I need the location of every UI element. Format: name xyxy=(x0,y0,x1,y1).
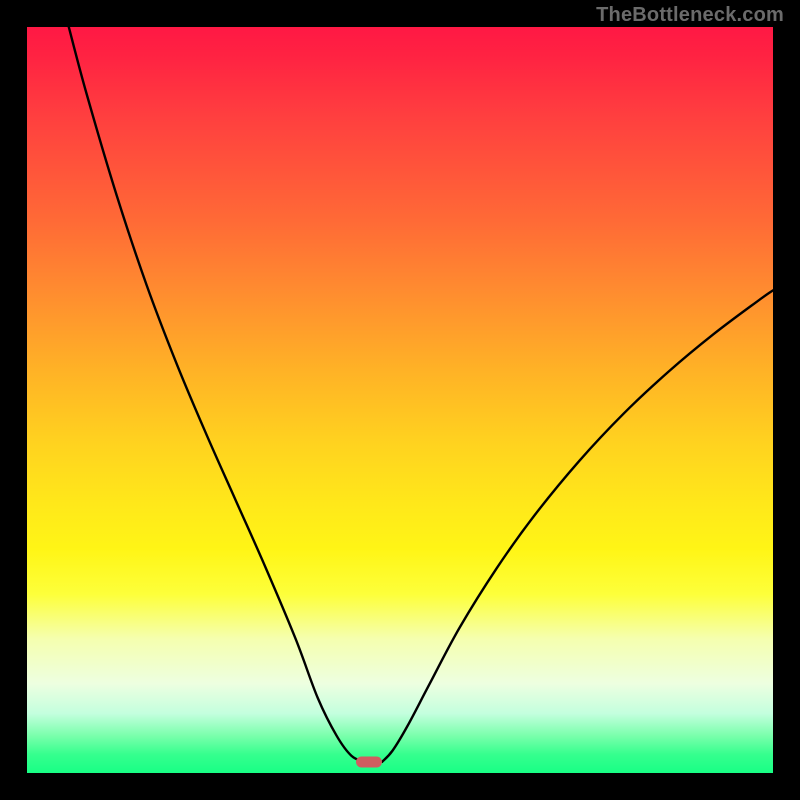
plot-area xyxy=(27,27,773,773)
optimal-marker xyxy=(356,756,382,767)
curve-left-branch xyxy=(69,27,365,762)
chart-frame: TheBottleneck.com xyxy=(0,0,800,800)
bottleneck-curve xyxy=(27,27,773,773)
curve-right-branch xyxy=(382,290,773,761)
watermark-text: TheBottleneck.com xyxy=(596,4,784,27)
